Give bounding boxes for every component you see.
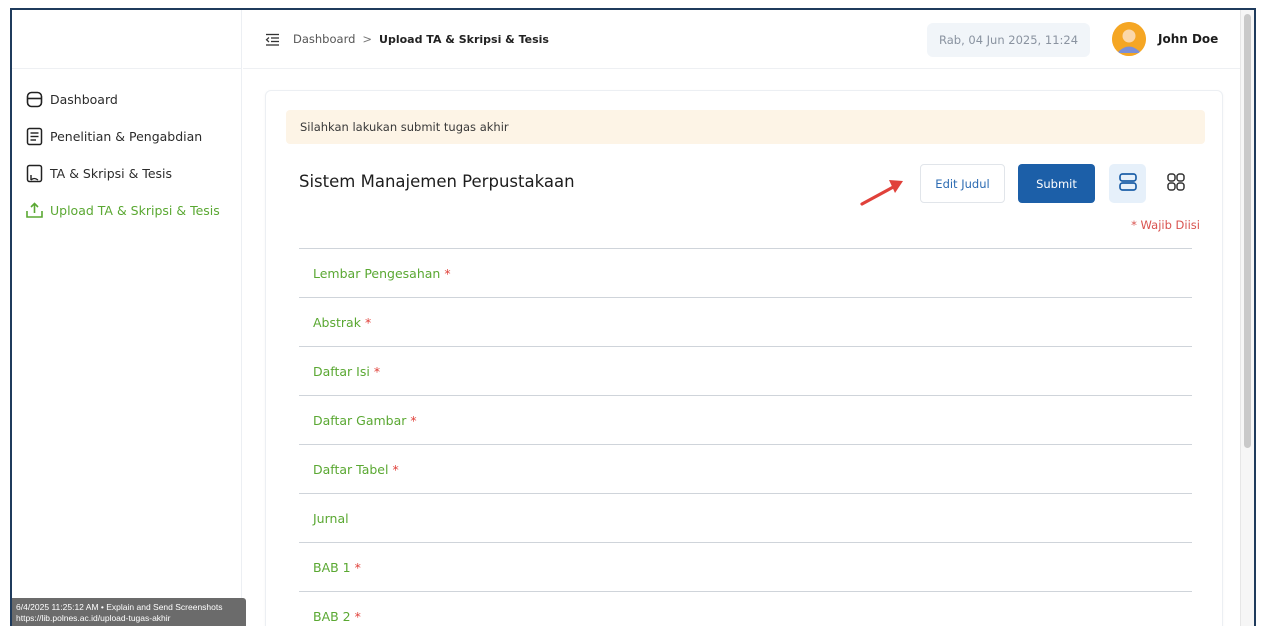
sidebar-item-label: Dashboard xyxy=(50,92,118,107)
sidebar-item-upload[interactable]: Upload TA & Skripsi & Tesis xyxy=(12,192,241,229)
section-label: Lembar Pengesahan xyxy=(313,265,441,281)
thesis-book-icon xyxy=(24,164,44,184)
list-item[interactable]: Daftar Gambar * xyxy=(299,395,1192,444)
section-label: Daftar Isi xyxy=(313,363,370,379)
scrollbar-thumb[interactable] xyxy=(1244,14,1251,448)
list-item[interactable]: Lembar Pengesahan * xyxy=(299,248,1192,297)
upload-card: Silahkan lakukan submit tugas akhir Sist… xyxy=(265,90,1223,626)
sidebar-nav: Dashboard Penelitian & Pengabdian TA & S… xyxy=(12,69,241,229)
list-item[interactable]: Daftar Isi * xyxy=(299,346,1192,395)
list-item[interactable]: Abstrak * xyxy=(299,297,1192,346)
grid-view-icon xyxy=(1166,172,1186,196)
list-view-toggle[interactable] xyxy=(1109,164,1146,203)
page-title: Sistem Manajemen Perpustakaan xyxy=(299,172,575,191)
top-header: Dashboard > Upload TA & Skripsi & Tesis … xyxy=(243,10,1240,69)
sidebar-item-penelitian[interactable]: Penelitian & Pengabdian xyxy=(12,118,241,155)
required-note: * Wajib Diisi xyxy=(1131,218,1200,232)
page-scrollbar[interactable] xyxy=(1240,10,1254,626)
annotation-arrow-icon xyxy=(860,180,903,206)
sidebar-item-label: Upload TA & Skripsi & Tesis xyxy=(50,203,220,218)
required-star: * xyxy=(392,461,399,477)
required-star: * xyxy=(410,412,417,428)
sidebar: Dashboard Penelitian & Pengabdian TA & S… xyxy=(12,10,242,626)
breadcrumb: Dashboard > Upload TA & Skripsi & Tesis xyxy=(293,32,549,46)
breadcrumb-current: Upload TA & Skripsi & Tesis xyxy=(379,32,549,46)
required-star: * xyxy=(354,559,361,575)
list-item[interactable]: BAB 1 * xyxy=(299,542,1192,591)
section-label: Abstrak xyxy=(313,314,361,330)
breadcrumb-separator: > xyxy=(362,32,373,46)
app-window: Dashboard Penelitian & Pengabdian TA & S… xyxy=(10,8,1256,626)
section-label: Jurnal xyxy=(313,510,349,526)
sidebar-item-label: TA & Skripsi & Tesis xyxy=(50,166,173,181)
screenshot-stamp: 6/4/2025 11:25:12 AM • Explain and Send … xyxy=(12,598,246,626)
menu-collapse-icon[interactable] xyxy=(263,30,281,48)
stamp-url: https://lib.polnes.ac.id/upload-tugas-ak… xyxy=(16,613,171,623)
notice-banner: Silahkan lakukan submit tugas akhir xyxy=(286,110,1205,144)
edit-title-button[interactable]: Edit Judul xyxy=(920,164,1005,203)
required-star: * xyxy=(373,363,381,379)
list-item[interactable]: BAB 2 * xyxy=(299,591,1192,626)
user-name[interactable]: John Doe xyxy=(1158,32,1218,46)
sidebar-logo-area xyxy=(12,10,241,69)
document-list-icon xyxy=(24,127,44,147)
required-star: * xyxy=(364,314,372,330)
stamp-timestamp: 6/4/2025 11:25:12 AM • Explain and Send … xyxy=(16,602,223,612)
sidebar-item-ta-skripsi-tesis[interactable]: TA & Skripsi & Tesis xyxy=(12,155,241,192)
avatar[interactable] xyxy=(1112,22,1146,56)
section-list: Lembar Pengesahan * Abstrak * Daftar Isi * … xyxy=(299,248,1192,626)
list-item[interactable]: Daftar Tabel * xyxy=(299,444,1192,493)
required-star: * xyxy=(354,608,361,624)
list-item[interactable]: Jurnal xyxy=(299,493,1192,542)
section-label: Daftar Tabel xyxy=(313,461,389,477)
section-label: Daftar Gambar xyxy=(313,412,407,428)
sidebar-item-dashboard[interactable]: Dashboard xyxy=(12,81,241,118)
grid-view-toggle[interactable] xyxy=(1157,164,1194,203)
required-star: * xyxy=(444,265,451,281)
upload-icon xyxy=(24,201,44,221)
section-label: BAB 1 xyxy=(313,559,351,575)
dashboard-icon xyxy=(24,90,44,110)
datetime-display: Rab, 04 Jun 2025, 11:24 xyxy=(927,23,1090,57)
section-label: BAB 2 xyxy=(313,608,351,624)
submit-button[interactable]: Submit xyxy=(1018,164,1095,203)
sidebar-item-label: Penelitian & Pengabdian xyxy=(50,129,203,144)
breadcrumb-dashboard-link[interactable]: Dashboard xyxy=(293,32,355,46)
list-view-icon xyxy=(1118,172,1138,196)
